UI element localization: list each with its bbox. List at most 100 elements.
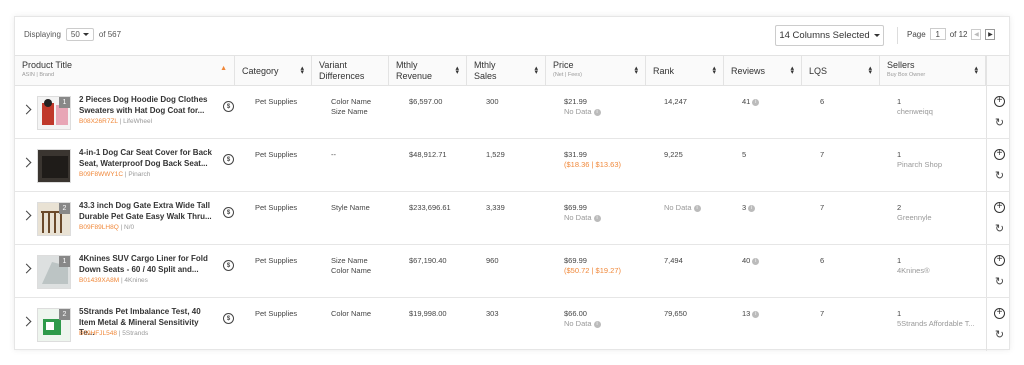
info-icon[interactable]: i — [752, 310, 760, 318]
sales-value: 300 — [486, 97, 499, 106]
info-icon[interactable]: i — [693, 204, 701, 212]
variant-value: Size Name — [331, 107, 368, 116]
price-fees: ($18.36 | $13.63) — [564, 160, 621, 169]
asin-link[interactable]: B01439XA8M — [79, 277, 119, 284]
header-revenue[interactable]: Mthly Revenue ▴ ▾ — [389, 56, 467, 86]
info-icon[interactable]: i — [593, 108, 601, 116]
sort-icon[interactable]: ▴ ▾ — [300, 65, 304, 76]
displaying-label: Displaying — [24, 30, 61, 39]
refresh-icon[interactable]: ↻ — [994, 330, 1005, 341]
price-cell: $31.99 ($18.36 | $13.63) — [564, 150, 621, 170]
variant-cell: Size Name Color Name — [331, 256, 371, 276]
sellers-cell: 1 5Strands Affordable T... — [897, 309, 975, 329]
reviews-value: 5 — [742, 150, 747, 159]
asin-brand: B09F89LH8Q | N/0 — [79, 224, 134, 231]
product-image[interactable]: 1 — [37, 96, 71, 130]
variation-count-badge: 1 — [59, 97, 70, 108]
table-row: 4-in-1 Dog Car Seat Cover for Back Seat, … — [15, 139, 1009, 192]
brand-label: | N/0 — [120, 224, 135, 231]
header-sales[interactable]: Mthly Sales ▴ ▾ — [467, 56, 546, 86]
sort-icon[interactable]: ▴ ▾ — [455, 65, 459, 76]
category-icon[interactable]: $ — [223, 207, 234, 218]
title-line: Down Seats - 60 / 40 Split and... — [79, 264, 199, 274]
asin-link[interactable]: B09F89LH8Q — [79, 224, 119, 231]
product-image[interactable] — [37, 149, 71, 183]
category-icon[interactable]: $ — [223, 260, 234, 271]
info-icon[interactable]: i — [752, 98, 760, 106]
header-rank[interactable]: Rank ▴ ▾ — [646, 56, 724, 86]
asin-link[interactable]: B08X26R7ZL — [79, 118, 118, 125]
asin-link[interactable]: B09HFJL548 — [79, 330, 117, 337]
sort-icon[interactable]: ▴ ▾ — [790, 65, 794, 76]
info-icon[interactable]: i — [593, 214, 601, 222]
sort-icon[interactable]: ▴ ▾ — [712, 65, 716, 76]
per-page-select[interactable]: 50 — [65, 28, 94, 41]
lqs-value: 6 — [820, 97, 825, 106]
chevron-right-icon[interactable]: ▶ — [985, 28, 996, 40]
variant-value: Size Name — [331, 256, 368, 265]
price-fees: No Data — [564, 107, 592, 116]
reviews-cell: 3i — [742, 203, 756, 213]
buy-box-owner: Pinarch Shop — [897, 160, 943, 169]
product-title-link[interactable]: 4Knines SUV Cargo Liner for Fold Down Sea… — [79, 254, 214, 275]
add-plus-icon[interactable]: + — [994, 255, 1005, 266]
expand-chevron-icon[interactable] — [21, 263, 32, 274]
header-sellers[interactable]: Sellers Buy Box Owner ▴ ▾ — [880, 56, 986, 86]
asin-link[interactable]: B09F8WWY1C — [79, 171, 123, 178]
header-category[interactable]: Category ▴ ▾ — [235, 56, 312, 86]
rank-value: 14,247 — [664, 97, 687, 106]
page-input[interactable]: 1 — [929, 28, 946, 40]
category-icon[interactable]: $ — [223, 101, 234, 112]
product-title-link[interactable]: 43.3 inch Dog Gate Extra Wide Tall Durabl… — [79, 201, 214, 222]
variant-value: Color Name — [331, 309, 372, 318]
header-variant[interactable]: Variant Differences — [312, 56, 389, 86]
header-product-title[interactable]: Product Title ASIN | Brand ▲ — [15, 56, 235, 86]
variant-value: Color Name — [331, 266, 372, 275]
category-icon[interactable]: $ — [223, 313, 234, 324]
info-icon[interactable]: i — [593, 320, 601, 328]
add-plus-icon[interactable]: + — [994, 149, 1005, 160]
product-title-link[interactable]: 2 Pieces Dog Hoodie Dog Clothes Sweaters … — [79, 95, 214, 116]
refresh-icon[interactable]: ↻ — [994, 277, 1005, 288]
sort-icon[interactable]: ▴ ▾ — [868, 65, 872, 76]
lqs-value: 7 — [820, 150, 825, 159]
info-icon[interactable]: i — [752, 257, 760, 265]
header-lqs[interactable]: LQS ▴ ▾ — [802, 56, 880, 86]
table-row: 2 43.3 inch Dog Gate Extra Wide Tall Dura… — [15, 192, 1009, 245]
columns-selected-dropdown[interactable]: 14 Columns Selected — [775, 25, 884, 46]
asin-brand: B08X26R7ZL | LifeWheel — [79, 118, 152, 125]
displaying-control: Displaying 50 of 567 — [24, 28, 121, 41]
sellers-cell: 1 4Knines® — [897, 256, 930, 276]
add-plus-icon[interactable]: + — [994, 96, 1005, 107]
expand-chevron-icon[interactable] — [21, 157, 32, 168]
pagination: Page 1 of 12 ◀ ▶ — [907, 28, 996, 40]
title-line: 2 Pieces Dog Hoodie Dog Clothes — [79, 95, 208, 104]
sort-icon[interactable]: ▴ ▾ — [534, 65, 538, 76]
refresh-icon[interactable]: ↻ — [994, 171, 1005, 182]
reviews-value: 40 — [742, 256, 751, 265]
refresh-icon[interactable]: ↻ — [994, 224, 1005, 235]
header-reviews[interactable]: Reviews ▴ ▾ — [724, 56, 802, 86]
add-plus-icon[interactable]: + — [994, 202, 1005, 213]
sort-asc-icon[interactable]: ▲ — [220, 65, 227, 72]
sort-icon[interactable]: ▴ ▾ — [634, 65, 638, 76]
expand-chevron-icon[interactable] — [21, 104, 32, 115]
asin-brand: B01439XA8M | 4Knines — [79, 277, 148, 284]
product-image[interactable]: 2 — [37, 308, 71, 342]
product-title-link[interactable]: 4-in-1 Dog Car Seat Cover for Back Seat, … — [79, 148, 214, 169]
add-plus-icon[interactable]: + — [994, 308, 1005, 319]
info-icon[interactable]: i — [748, 204, 756, 212]
header-label: Differences — [319, 71, 365, 81]
product-image[interactable]: 1 — [37, 255, 71, 289]
refresh-icon[interactable]: ↻ — [994, 118, 1005, 129]
chevron-left-icon[interactable]: ◀ — [971, 28, 982, 40]
product-image[interactable]: 2 — [37, 202, 71, 236]
category-value: Pet Supplies — [255, 309, 298, 318]
expand-chevron-icon[interactable] — [21, 210, 32, 221]
expand-chevron-icon[interactable] — [21, 316, 32, 327]
header-sublabel: (Net | Fees) — [553, 72, 582, 78]
variant-value: Style Name — [331, 203, 370, 212]
header-price[interactable]: Price (Net | Fees) ▴ ▾ — [546, 56, 646, 86]
category-icon[interactable]: $ — [223, 154, 234, 165]
sort-icon[interactable]: ▴ ▾ — [974, 65, 978, 76]
